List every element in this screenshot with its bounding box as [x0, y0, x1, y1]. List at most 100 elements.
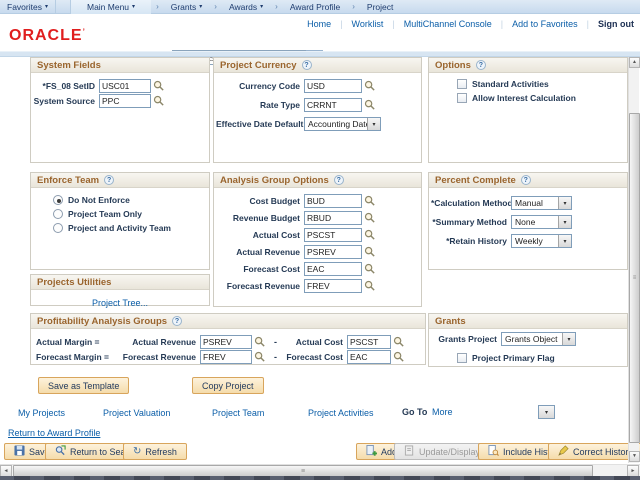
project-team-link[interactable]: Project Team [212, 408, 264, 418]
help-icon[interactable]: ? [521, 175, 531, 185]
grants-section: Grants Grants Project Grants Object ▾ Pr… [428, 313, 628, 367]
project-primary-flag-checkbox[interactable] [457, 353, 467, 363]
setid-input[interactable] [99, 79, 151, 93]
scroll-up-icon[interactable]: ▲ [629, 57, 640, 68]
breadcrumb-main-menu[interactable]: Main Menu ▾ [70, 0, 151, 14]
lookup-magnifier-icon[interactable] [364, 195, 376, 207]
actual-cost-margin-input[interactable] [347, 335, 391, 349]
retain-history-dropdown[interactable]: Weekly ▾ [511, 234, 572, 248]
grants-project-dropdown[interactable]: Grants Object ▾ [501, 332, 576, 346]
project-and-activity-team-radio[interactable] [53, 223, 63, 233]
breadcrumb-project[interactable]: Project [360, 0, 400, 14]
save-as-template-button[interactable]: Save as Template [38, 377, 129, 394]
refresh-icon: ↻ [133, 447, 141, 457]
project-activities-link[interactable]: Project Activities [308, 408, 374, 418]
actual-revenue-margin-input[interactable] [200, 335, 252, 349]
project-primary-flag-label: Project Primary Flag [472, 353, 555, 363]
standard-activities-row: Standard Activities [457, 77, 549, 91]
help-icon[interactable]: ? [302, 60, 312, 70]
lookup-magnifier-icon[interactable] [254, 336, 266, 348]
home-link[interactable]: Home [298, 19, 340, 29]
revenue-budget-row: Revenue Budget [216, 211, 376, 225]
effective-date-default-dropdown[interactable]: Accounting Date ▾ [304, 117, 381, 131]
sign-out-link[interactable]: Sign out [589, 19, 634, 29]
options-section: Options ? Standard Activities Allow Inte… [428, 57, 628, 163]
analysis-group-options-section: Analysis Group Options ? Cost Budget Rev… [213, 172, 422, 307]
projects-utilities-section: Projects Utilities Project Tree... [30, 274, 210, 306]
copy-project-button[interactable]: Copy Project [192, 377, 264, 394]
standard-activities-checkbox[interactable] [457, 79, 467, 89]
section-title: Projects Utilities [31, 275, 209, 290]
lookup-magnifier-icon[interactable] [153, 95, 165, 107]
allow-interest-label: Allow Interest Calculation [472, 93, 576, 103]
project-valuation-link[interactable]: Project Valuation [103, 408, 170, 418]
allow-interest-checkbox[interactable] [457, 93, 467, 103]
calculation-method-dropdown[interactable]: Manual ▾ [511, 196, 572, 210]
revenue-budget-input[interactable] [304, 211, 362, 225]
correct-history-button[interactable]: Correct History [548, 443, 640, 460]
lookup-magnifier-icon[interactable] [364, 212, 376, 224]
breadcrumb-grants[interactable]: Grants ▾ [164, 0, 210, 14]
forecast-revenue-margin-input[interactable] [200, 350, 252, 364]
scroll-down-icon[interactable]: ▼ [629, 451, 640, 462]
return-to-award-profile-link[interactable]: Return to Award Profile [8, 428, 100, 438]
breadcrumb-favorites[interactable]: Favorites ▾ [0, 0, 56, 14]
actual-revenue-input[interactable] [304, 245, 362, 259]
lookup-magnifier-icon[interactable] [364, 80, 376, 92]
vertical-scrollbar[interactable]: ▲ ≡ ▼ [628, 57, 639, 463]
lookup-magnifier-icon[interactable] [364, 280, 376, 292]
horizontal-scrollbar[interactable]: ◄ ≡ ► [0, 464, 640, 476]
taskbar-strip [0, 476, 640, 480]
help-icon[interactable]: ? [172, 316, 182, 326]
breadcrumb-award-profile[interactable]: Award Profile [283, 0, 347, 14]
refresh-button[interactable]: ↻ Refresh [123, 443, 187, 460]
currency-code-input[interactable] [304, 79, 362, 93]
percent-complete-section: Percent Complete ? *Calculation Method M… [428, 172, 628, 270]
effective-date-default-label: Effective Date Default [216, 119, 304, 129]
add-icon [366, 445, 377, 458]
rate-type-label: Rate Type [216, 100, 304, 110]
save-icon [14, 445, 25, 458]
include-history-icon [488, 445, 499, 458]
update-display-button[interactable]: Update/Display [394, 443, 490, 460]
cost-budget-input[interactable] [304, 194, 362, 208]
my-projects-link[interactable]: My Projects [18, 408, 65, 418]
chevron-down-icon: ▾ [132, 3, 135, 10]
system-source-input[interactable] [99, 94, 151, 108]
currency-code-field-row: Currency Code [216, 79, 376, 93]
lookup-magnifier-icon[interactable] [364, 229, 376, 241]
lookup-magnifier-icon[interactable] [364, 263, 376, 275]
favorites-label: Favorites [7, 2, 42, 12]
add-to-favorites-link[interactable]: Add to Favorites [503, 19, 587, 29]
lookup-magnifier-icon[interactable] [153, 80, 165, 92]
forecast-cost-margin-input[interactable] [347, 350, 391, 364]
do-not-enforce-radio[interactable] [53, 195, 63, 205]
help-icon[interactable]: ? [104, 175, 114, 185]
lookup-magnifier-icon[interactable] [393, 336, 405, 348]
allow-interest-row: Allow Interest Calculation [457, 91, 576, 105]
summary-method-dropdown[interactable]: None ▾ [511, 215, 572, 229]
do-not-enforce-row: Do Not Enforce [53, 193, 130, 207]
forecast-revenue-input[interactable] [304, 279, 362, 293]
multichannel-console-link[interactable]: MultiChannel Console [395, 19, 501, 29]
vertical-scrollbar-thumb[interactable]: ≡ [629, 113, 640, 443]
help-icon[interactable]: ? [334, 175, 344, 185]
forecast-cost-input[interactable] [304, 262, 362, 276]
project-team-only-label: Project Team Only [68, 209, 142, 219]
lookup-magnifier-icon[interactable] [393, 351, 405, 363]
project-team-only-radio[interactable] [53, 209, 63, 219]
project-tree-link[interactable]: Project Tree... [92, 298, 148, 308]
breadcrumb-awards[interactable]: Awards ▾ [222, 0, 270, 14]
minus-operator: - [266, 337, 285, 347]
lookup-magnifier-icon[interactable] [364, 99, 376, 111]
lookup-magnifier-icon[interactable] [364, 246, 376, 258]
forecast-margin-row: Forecast Margin = Forecast Revenue - For… [36, 350, 424, 364]
help-icon[interactable]: ? [476, 60, 486, 70]
goto-more-link[interactable]: More [432, 407, 453, 417]
rate-type-input[interactable] [304, 98, 362, 112]
worklist-link[interactable]: Worklist [343, 19, 393, 29]
goto-dropdown[interactable]: ▾ [538, 405, 555, 419]
breadcrumb-separator-icon: › [270, 2, 283, 11]
lookup-magnifier-icon[interactable] [254, 351, 266, 363]
actual-cost-input[interactable] [304, 228, 362, 242]
